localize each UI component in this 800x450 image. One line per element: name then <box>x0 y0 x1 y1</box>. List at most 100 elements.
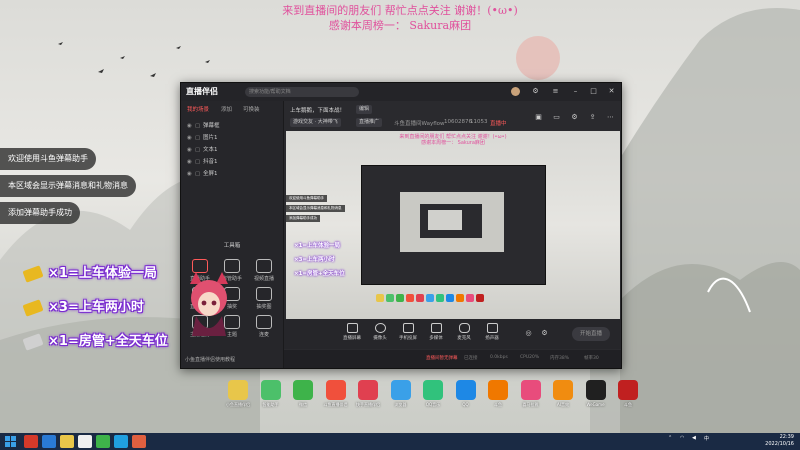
control-bar: 直播屏幕 摄像头 手机投屏 多媒体 麦克风 扬声器 ◎ ⚙ 开始直播 <box>284 319 621 349</box>
desktop-icon-label: 智能助手 <box>262 402 279 407</box>
taskbar-app-icon[interactable] <box>78 435 92 448</box>
recursive-preview <box>400 192 504 252</box>
recursive-window-2 <box>420 204 482 238</box>
desktop-icon-label: 斗鱼 <box>624 402 632 407</box>
lock-icon[interactable]: ▢ <box>195 121 203 132</box>
taskbar-app-icon[interactable] <box>42 435 56 448</box>
lock-icon[interactable]: ▢ <box>195 145 203 156</box>
tool-lottery-image[interactable]: 抽奖图 <box>249 287 279 310</box>
desktop-icon[interactable]: 小鱼直播伴侣 <box>222 380 254 408</box>
chat-message: 欢迎使用斗鱼弹幕助手 <box>0 148 96 170</box>
desktop-icon[interactable]: 快手直播伴侣 <box>352 380 384 408</box>
maximize-icon[interactable]: □ <box>589 87 598 96</box>
desktop-icon[interactable]: 斗鱼 <box>482 380 514 408</box>
app-icon <box>585 380 606 400</box>
desktop-icon-label: QQ <box>462 402 469 407</box>
edit-button[interactable]: 编辑 <box>356 105 373 114</box>
eye-icon[interactable]: ◉ <box>187 121 195 132</box>
desktop-icon[interactable]: 斗鱼直播伴侣 <box>320 380 352 408</box>
lock-icon[interactable]: ▢ <box>195 169 203 180</box>
eye-icon[interactable]: ◉ <box>187 133 195 144</box>
eye-icon[interactable]: ◎ <box>524 329 533 338</box>
desktop-icon[interactable]: QQ <box>450 380 482 407</box>
window-icon[interactable]: ▭ <box>552 113 561 122</box>
media-button[interactable]: 多媒体 <box>424 323 448 341</box>
tool-link-mic[interactable]: 连麦 <box>249 315 279 338</box>
app-icon <box>325 380 346 400</box>
gold-ticket-icon <box>22 264 44 283</box>
settings-icon[interactable]: ⚙ <box>570 113 579 122</box>
scene-item[interactable]: ◉ ▢ 弹幕框 <box>187 121 279 132</box>
network-icon[interactable]: ◠ <box>680 435 684 441</box>
desktop-icon[interactable]: 微信 <box>287 380 319 408</box>
desktop-icon-label: 斗鱼直播伴侣 <box>323 402 348 407</box>
gear-icon[interactable]: ⚙ <box>540 329 549 338</box>
speaker-button[interactable]: 扬声器 <box>480 323 504 341</box>
lock-icon[interactable]: ▢ <box>195 133 203 144</box>
tab-skins[interactable]: 可换装 <box>243 105 260 113</box>
microphone-button[interactable]: 麦克风 <box>452 323 476 341</box>
camera-icon <box>374 323 386 333</box>
scroll-banner-line1: 来到直播间的朋友们 帮忙点点关注 谢谢！(•ω•) <box>282 4 518 17</box>
scene-item[interactable]: ◉ ▢ 文本1 <box>187 145 279 156</box>
tutorial-link[interactable]: 小鱼直播伴侣使用教程 <box>185 356 235 363</box>
taskbar: ⌃ ◠ ◀ 中 22:39 2022/10/16 <box>0 433 800 450</box>
tab-add[interactable]: 添加 <box>221 105 232 113</box>
tool-video[interactable]: 视频直播 <box>249 259 279 282</box>
desktop-icon[interactable]: 斗鱼 <box>612 380 644 408</box>
windows-start-icon[interactable] <box>5 436 16 447</box>
taskbar-clock[interactable]: 22:39 2022/10/16 <box>765 434 794 448</box>
promote-button[interactable]: 直播推广 <box>356 118 383 127</box>
scene-item[interactable]: ◉ ▢ 抖音1 <box>187 157 279 168</box>
category-button[interactable]: 游戏交友 · 大神带飞 <box>290 118 341 127</box>
desktop-icon[interactable]: QQ音乐 <box>417 380 449 408</box>
avatar[interactable] <box>511 87 520 96</box>
more-icon[interactable]: ⋯ <box>606 113 615 122</box>
scene-label: 抖音1 <box>203 159 218 165</box>
status-memory: 内存38% <box>550 356 570 361</box>
taskbar-app-icon[interactable] <box>24 435 38 448</box>
clock-time: 22:39 <box>779 434 794 440</box>
chat-message: 添加弹幕助手成功 <box>0 202 80 224</box>
status-fps: 帧率30 <box>584 356 599 361</box>
preview-chat: 添加弹幕助手成功 <box>286 215 320 222</box>
lock-icon[interactable]: ▢ <box>195 157 203 168</box>
taskbar-app-icon[interactable] <box>60 435 74 448</box>
share-icon[interactable]: ⇪ <box>588 113 597 122</box>
menu-icon[interactable]: ≡ <box>551 87 560 96</box>
desktop-icon-label: 喜马拉雅 <box>522 402 539 407</box>
taskbar-app-icon[interactable] <box>114 435 128 448</box>
desktop-icon[interactable]: AI音效 <box>547 380 579 408</box>
close-icon[interactable]: ✕ <box>607 87 616 96</box>
tab-my-scenes[interactable]: 我的场景 <box>187 105 209 113</box>
image-icon <box>256 287 272 301</box>
control-label: 扬声器 <box>485 336 499 341</box>
input-method-icon[interactable]: 中 <box>704 435 709 442</box>
taskbar-app-icon[interactable] <box>96 435 110 448</box>
start-live-button[interactable]: 开始直播 <box>572 327 610 341</box>
scene-item[interactable]: ◉ ▢ 全屏1 <box>187 169 279 180</box>
camera-button[interactable]: 摄像头 <box>368 323 392 341</box>
lock-icon[interactable]: ▣ <box>534 113 543 122</box>
gear-icon[interactable]: ⚙ <box>531 87 540 96</box>
chevron-up-icon[interactable]: ⌃ <box>668 435 672 441</box>
phone-cast-button[interactable]: 手机投屏 <box>396 323 420 341</box>
search-input[interactable]: 搜索功能/帮助文档 <box>245 87 359 97</box>
eye-icon[interactable]: ◉ <box>187 169 195 180</box>
microphone-icon <box>458 323 470 333</box>
app-icon <box>293 380 313 400</box>
scene-item[interactable]: ◉ ▢ 图片1 <box>187 133 279 144</box>
desktop-icon[interactable]: 智能助手 <box>255 380 287 408</box>
eye-icon[interactable]: ◉ <box>187 157 195 168</box>
scene-label: 弹幕框 <box>203 123 220 129</box>
eye-icon[interactable]: ◉ <box>187 145 195 156</box>
minimize-icon[interactable]: – <box>571 87 580 96</box>
scene-label: 全屏1 <box>203 171 218 177</box>
screen-capture-button[interactable]: 直播屏幕 <box>340 323 364 341</box>
desktop-icon[interactable]: 浏览器 <box>385 380 417 408</box>
taskbar-app-icon[interactable] <box>132 435 146 448</box>
volume-icon[interactable]: ◀ <box>692 435 696 441</box>
desktop-icon[interactable]: WeGame <box>580 380 612 407</box>
desktop-icon[interactable]: 喜马拉雅 <box>515 380 547 408</box>
gift-rule-text: ×1=上车体验一局 <box>48 266 157 281</box>
